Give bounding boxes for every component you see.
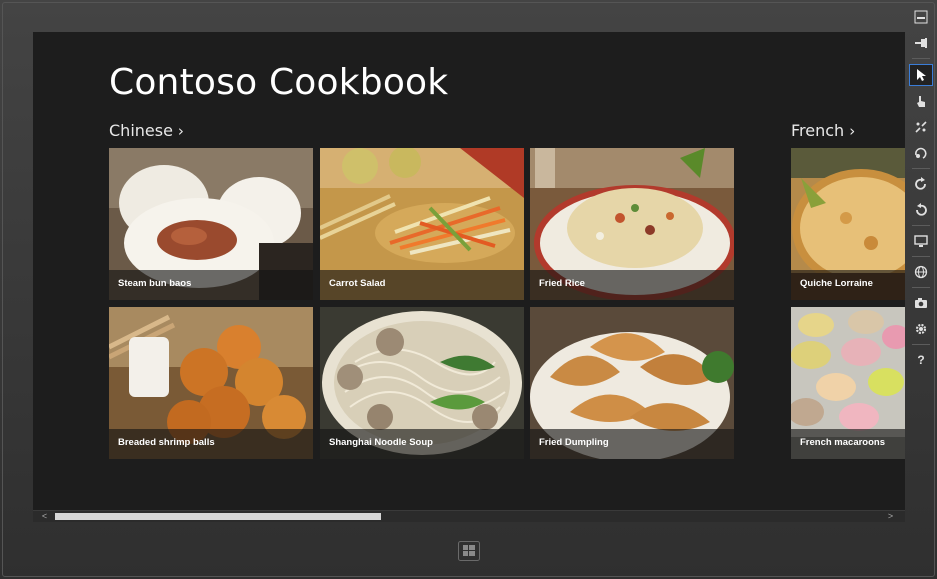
app-screen: Contoso Cookbook Chinese › French › Steam … bbox=[33, 32, 905, 522]
rotate-counterclockwise-icon bbox=[916, 203, 927, 216]
pinch-zoom-button[interactable] bbox=[909, 116, 933, 138]
recipe-tile-steam-bun-baos[interactable]: Steam bun baos bbox=[109, 148, 313, 300]
help-button[interactable]: ? bbox=[909, 349, 933, 371]
tile-caption: Quiche Lorraine bbox=[791, 270, 905, 300]
tile-label: Quiche Lorraine bbox=[800, 278, 873, 289]
globe-icon bbox=[914, 265, 928, 279]
monitor-icon bbox=[914, 235, 928, 247]
recipe-tile-fried-dumpling[interactable]: Fried Dumpling bbox=[530, 307, 734, 459]
pin-icon bbox=[915, 38, 927, 48]
change-resolution-button[interactable] bbox=[909, 230, 933, 252]
pointer-icon bbox=[917, 69, 926, 81]
simulator-toolbar: ? bbox=[908, 6, 934, 376]
tile-caption: Shanghai Noodle Soup bbox=[320, 429, 524, 459]
recipe-tile-shanghai-noodle-soup[interactable]: Shanghai Noodle Soup bbox=[320, 307, 524, 459]
chevron-right-icon: › bbox=[177, 122, 184, 140]
rotation-touch-button[interactable] bbox=[909, 142, 933, 164]
tile-label: Shanghai Noodle Soup bbox=[329, 437, 433, 448]
tile-caption: Fried Dumpling bbox=[530, 429, 734, 459]
chevron-right-icon: › bbox=[849, 122, 856, 140]
recipe-tile-fried-rice[interactable]: Fried Rice bbox=[530, 148, 734, 300]
screenshot-button[interactable] bbox=[909, 292, 933, 314]
touch-mode-button[interactable] bbox=[909, 90, 933, 112]
tile-caption: Carrot Salad bbox=[320, 270, 524, 300]
rotate-clockwise-icon bbox=[915, 177, 926, 190]
group-header-french[interactable]: French › bbox=[791, 121, 855, 141]
rotate-clockwise-button[interactable] bbox=[909, 173, 933, 195]
tile-label: Fried Dumpling bbox=[539, 437, 609, 448]
horizontal-scrollbar[interactable]: < > bbox=[33, 510, 905, 522]
set-location-button[interactable] bbox=[909, 261, 933, 283]
minimize-button[interactable] bbox=[909, 6, 933, 28]
pinch-zoom-icon bbox=[915, 121, 927, 133]
recipe-tile-carrot-salad[interactable]: Carrot Salad bbox=[320, 148, 524, 300]
tile-label: Steam bun baos bbox=[118, 278, 192, 289]
scrollbar-thumb[interactable] bbox=[55, 513, 381, 520]
tile-label: Fried Rice bbox=[539, 278, 585, 289]
rotate-counterclockwise-button[interactable] bbox=[909, 199, 933, 221]
group-header-chinese[interactable]: Chinese › bbox=[109, 121, 184, 141]
toolbar-separator bbox=[912, 225, 930, 226]
tile-label: Breaded shrimp balls bbox=[118, 437, 215, 448]
tile-caption: Steam bun baos bbox=[109, 270, 313, 300]
windows-start-button[interactable] bbox=[458, 541, 480, 561]
toolbar-separator bbox=[912, 287, 930, 288]
scroll-left-button[interactable]: < bbox=[39, 511, 50, 522]
group-title-french: French bbox=[791, 121, 845, 140]
tile-label: French macaroons bbox=[800, 437, 885, 448]
toolbar-separator bbox=[912, 256, 930, 257]
page-title: Contoso Cookbook bbox=[109, 62, 449, 103]
camera-icon bbox=[915, 298, 927, 308]
windows-logo-icon bbox=[458, 541, 480, 561]
recipe-tile-french-macaroons[interactable]: French macaroons bbox=[791, 307, 905, 459]
gear-icon bbox=[915, 323, 927, 335]
chevron-right-icon: > bbox=[887, 511, 894, 521]
help-icon: ? bbox=[917, 353, 925, 367]
toolbar-separator bbox=[912, 344, 930, 345]
toolbar-separator bbox=[912, 58, 930, 59]
group-title-chinese: Chinese bbox=[109, 121, 173, 140]
screenshot-settings-button[interactable] bbox=[909, 318, 933, 340]
always-on-top-button[interactable] bbox=[909, 32, 933, 54]
touch-icon bbox=[917, 96, 925, 107]
tile-caption: Breaded shrimp balls bbox=[109, 429, 313, 459]
scroll-right-button[interactable]: > bbox=[885, 511, 896, 522]
minimize-icon bbox=[914, 10, 928, 24]
recipe-tile-breaded-shrimp-balls[interactable]: Breaded shrimp balls bbox=[109, 307, 313, 459]
tile-caption: Fried Rice bbox=[530, 270, 734, 300]
chevron-left-icon: < bbox=[41, 511, 48, 521]
mouse-mode-button[interactable] bbox=[909, 64, 933, 86]
toolbar-separator bbox=[912, 168, 930, 169]
tile-caption: French macaroons bbox=[791, 429, 905, 459]
rotate-touch-icon bbox=[914, 147, 927, 159]
tile-label: Carrot Salad bbox=[329, 278, 386, 289]
recipe-tile-quiche-lorraine[interactable]: Quiche Lorraine bbox=[791, 148, 905, 300]
